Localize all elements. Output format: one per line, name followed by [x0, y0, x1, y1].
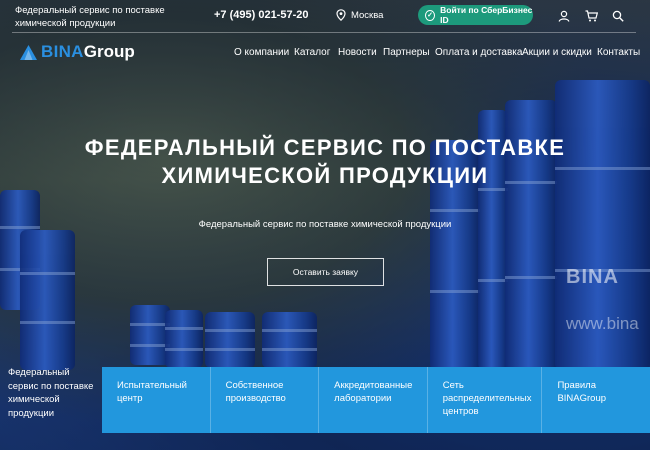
hero-title-line2: ХИМИЧЕСКОЙ ПРОДУКЦИИ: [161, 163, 489, 188]
header-divider: [12, 32, 636, 33]
barrel-decoration: [165, 310, 203, 368]
sber-id-label: Войти по СберБизнес ID: [440, 5, 533, 25]
feature-binagroup-rules[interactable]: Правила BINAGroup: [542, 367, 650, 433]
hero-title-line1: ФЕДЕРАЛЬНЫЙ СЕРВИС ПО ПОСТАВКЕ: [84, 135, 566, 160]
barrel-brand-print: BINA: [566, 266, 619, 288]
cart-icon[interactable]: [584, 9, 598, 23]
feature-distribution-network[interactable]: Сеть распределительных центров: [427, 367, 543, 433]
barrel-decoration: [20, 230, 75, 370]
nav-item-about[interactable]: О компании: [234, 47, 289, 58]
bottom-tagline: Федеральный сервис по поставке химическо…: [8, 367, 94, 419]
header-phone[interactable]: +7 (495) 021-57-20: [214, 9, 308, 21]
sber-id-icon: ✓: [425, 9, 436, 21]
search-icon[interactable]: [611, 9, 625, 23]
feature-accredited-labs[interactable]: Аккредитованные лаборатории: [319, 367, 428, 433]
nav-item-catalog[interactable]: Каталог: [294, 47, 330, 58]
barrel-decoration: [262, 312, 317, 368]
nav-item-partners[interactable]: Партнеры: [383, 47, 430, 58]
barrel-decoration: [130, 305, 170, 365]
main-nav: О компании Каталог Новости Партнеры Опла…: [0, 47, 650, 61]
nav-item-payment-delivery[interactable]: Оплата и доставка: [435, 47, 522, 58]
nav-item-contacts[interactable]: Контакты: [597, 47, 640, 58]
feature-testing-center[interactable]: Испытательный центр: [102, 367, 211, 433]
city-label: Москва: [351, 9, 384, 21]
sber-id-button[interactable]: ✓ Войти по СберБизнес ID: [418, 5, 533, 25]
location-icon: [336, 9, 346, 21]
submit-request-button[interactable]: Оставить заявку: [267, 258, 384, 286]
hero-subtitle: Федеральный сервис по поставке химическо…: [198, 219, 452, 230]
nav-item-promotions[interactable]: Акции и скидки: [522, 47, 592, 58]
city-selector[interactable]: Москва: [336, 9, 383, 21]
features-bar: Испытательный центр Собственное производ…: [102, 367, 650, 433]
hero-title: ФЕДЕРАЛЬНЫЙ СЕРВИС ПО ПОСТАВКЕ ХИМИЧЕСКО…: [0, 134, 650, 190]
barrel-website-print: www.bina: [566, 314, 639, 333]
user-icon[interactable]: [557, 9, 571, 23]
top-bar: Федеральный сервис по поставке химическо…: [0, 0, 650, 32]
barrel-decoration: [205, 312, 255, 368]
header-tagline: Федеральный сервис по поставке химическо…: [15, 5, 165, 29]
feature-own-production[interactable]: Собственное производство: [210, 367, 320, 433]
nav-item-news[interactable]: Новости: [338, 47, 377, 58]
